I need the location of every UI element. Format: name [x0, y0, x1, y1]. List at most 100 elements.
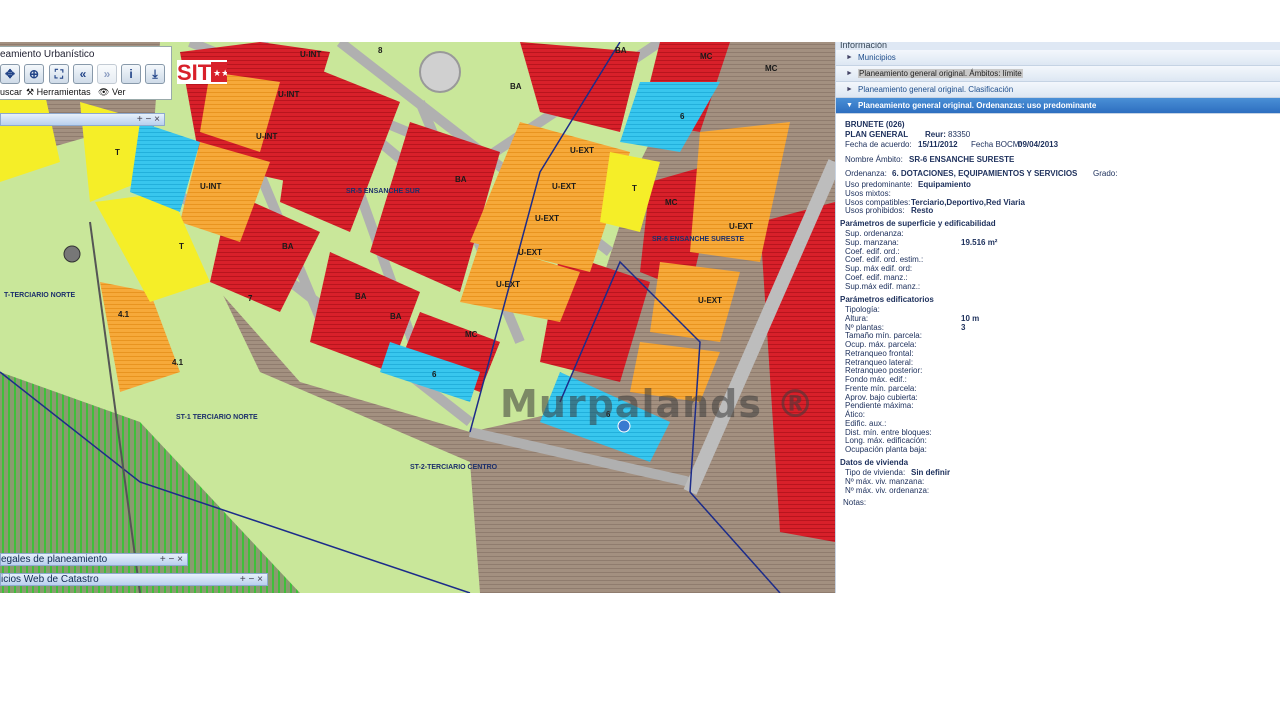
zone-label: U-EXT: [729, 222, 753, 231]
chevron-down-icon: ▼: [846, 102, 853, 109]
accordion-ordenanzas[interactable]: ▼ Planeamiento general original. Ordenanz…: [836, 98, 1280, 114]
zone-label: U-EXT: [496, 280, 520, 289]
zone-label: BA: [510, 82, 522, 91]
toolbar-title: eamiento Urbanístico: [0, 49, 95, 60]
zone-label: U-EXT: [698, 296, 722, 305]
uso-pred-label: Uso predominante:: [845, 180, 913, 189]
param-label: Tipología:: [845, 305, 880, 314]
param-label: Retranqueo lateral:: [845, 357, 914, 367]
ordenanza-value: 6. DOTACIONES, EQUIPAMIENTOS Y SERVICIOS: [892, 169, 1078, 178]
download-button[interactable]: ⤓: [145, 64, 165, 84]
fecha-bocm-label: Fecha BOCM:: [971, 140, 1022, 149]
pan-icon: ✥: [4, 67, 16, 81]
info-icon: i: [129, 67, 133, 81]
extent-icon: ⛶: [54, 67, 64, 81]
param-label: Edific. aux.:: [845, 418, 887, 428]
param-label: Long. máx. edificación:: [845, 436, 927, 446]
tools-icon: ⚒: [26, 87, 35, 97]
param-value: 10 m: [961, 313, 980, 323]
param-label: Sup. ordenanza:: [845, 229, 904, 238]
panel-catastro-title: icios Web de Catastro: [1, 574, 99, 585]
panel-legales-controls[interactable]: + − ×: [160, 554, 183, 565]
zone-label: MC: [665, 198, 678, 207]
eye-icon: 👁: [98, 87, 110, 97]
planning-toolbar: eamiento Urbanístico ✥ ⊕ ⛶ « » i ⤓ uscar…: [0, 46, 172, 100]
fecha-bocm-value: 09/04/2013: [1018, 140, 1059, 149]
panel-catastro-controls[interactable]: + − ×: [240, 574, 263, 585]
zone-label: BA: [282, 242, 294, 251]
param-label: Sup. manzana:: [845, 237, 899, 247]
accordion-label: Planeamiento general original. Ámbitos: …: [858, 69, 1023, 78]
accordion-municipios[interactable]: ► Municipios: [836, 50, 1280, 66]
notas-label: Notas:: [843, 498, 867, 507]
zone-label: BA: [455, 175, 467, 184]
param-label: Nº plantas:: [845, 322, 884, 332]
previous-view-button[interactable]: «: [73, 64, 93, 84]
panel-legales[interactable]: egales de planeamiento + − ×: [0, 553, 188, 566]
zone-label: U-EXT: [552, 182, 576, 191]
viv-manz-label: Nº máx. viv. manzana:: [845, 477, 925, 486]
ambito-label: Nombre Ámbito:: [845, 155, 903, 164]
info-button[interactable]: i: [121, 64, 141, 84]
reur-label: Reur:: [925, 130, 946, 139]
param-label: Ocup. máx. parcela:: [845, 340, 917, 349]
viv-ord-label: Nº máx. viv. ordenanza:: [845, 486, 930, 495]
param-label: Retranqueo posterior:: [845, 366, 923, 376]
layer-panel-header[interactable]: + − ×: [0, 113, 165, 126]
usos-mixtos-label: Usos mixtos:: [845, 189, 891, 198]
zone-label: 6: [432, 370, 437, 379]
uso-pred-value: Equipamiento: [918, 180, 971, 189]
area-name: SR-6 ENSANCHE SURESTE: [652, 236, 745, 243]
info-panel-header: Información: [836, 42, 1280, 50]
param-label: Aprov. bajo cubierta:: [845, 392, 918, 402]
ambito-value: SR-6 ENSANCHE SURESTE: [909, 155, 1015, 164]
svg-text:★★: ★★: [213, 68, 227, 78]
zoom-icon: ⊕: [28, 67, 40, 81]
chevron-right-icon: ►: [846, 54, 853, 61]
zone-label: 6: [680, 112, 685, 121]
area-name: ST-2-TERCIARIO CENTRO: [410, 464, 498, 471]
area-name: ST-1 TERCIARIO NORTE: [176, 414, 258, 421]
watermark: Murpalands ®: [500, 382, 816, 426]
param-label: Coef. edif. ord.:: [845, 246, 900, 256]
zone-label: U-EXT: [518, 248, 542, 257]
viv-header: Datos de vivienda: [840, 458, 909, 467]
zone-label: 7: [248, 294, 253, 303]
zone-label: BA: [390, 312, 402, 321]
fecha-acuerdo-label: Fecha de acuerdo:: [845, 140, 912, 149]
zone-label: BA: [355, 292, 367, 301]
param-label: Dist. mín. entre bloques:: [845, 427, 932, 437]
panel-controls[interactable]: + − ×: [137, 114, 160, 125]
param-label: Sup.máx edif. manz.:: [845, 281, 921, 291]
ordenanza-label: Ordenanza:: [845, 169, 887, 178]
buscar-menu[interactable]: uscar: [0, 87, 22, 97]
double-chevron-left-icon: «: [79, 67, 87, 81]
accordion-ambitos[interactable]: ► Planeamiento general original. Ámbitos:…: [836, 66, 1280, 82]
accordion-clasificacion[interactable]: ► Planeamiento general original. Clasific…: [836, 82, 1280, 98]
param-label: Tamaño mín. parcela:: [845, 331, 922, 341]
comunidad-madrid-logo: SIT ★★: [177, 60, 229, 85]
herramientas-menu[interactable]: ⚒ Herramientas: [26, 87, 91, 98]
svg-text:SIT: SIT: [177, 60, 212, 84]
panel-catastro[interactable]: icios Web de Catastro + − ×: [0, 573, 268, 586]
zone-label: T: [179, 242, 184, 251]
full-extent-button[interactable]: ⛶: [49, 64, 69, 84]
ver-menu[interactable]: 👁 Ver: [98, 87, 125, 98]
fecha-acuerdo-value: 15/11/2012: [918, 140, 958, 149]
area-name: T-TERCIARIO NORTE: [4, 292, 76, 299]
param-label: Ático:: [845, 410, 866, 419]
zoom-in-button[interactable]: ⊕: [24, 64, 44, 84]
param-label: Altura:: [845, 313, 869, 323]
next-view-button[interactable]: »: [97, 64, 117, 84]
zone-label: U-INT: [300, 50, 322, 59]
zone-label: 4.1: [118, 310, 130, 319]
tipo-viv-value: Sin definir: [911, 468, 951, 477]
zone-label: U-EXT: [570, 146, 594, 155]
zone-label: MC: [765, 64, 778, 73]
pan-tool-button[interactable]: ✥: [0, 64, 20, 84]
usos-prohib-value: Resto: [911, 206, 934, 215]
zone-label: T: [632, 184, 637, 193]
zone-label: U-EXT: [535, 214, 559, 223]
zone-label: BA: [615, 46, 627, 55]
area-name: SR-5 ENSANCHE SUR: [346, 188, 420, 195]
